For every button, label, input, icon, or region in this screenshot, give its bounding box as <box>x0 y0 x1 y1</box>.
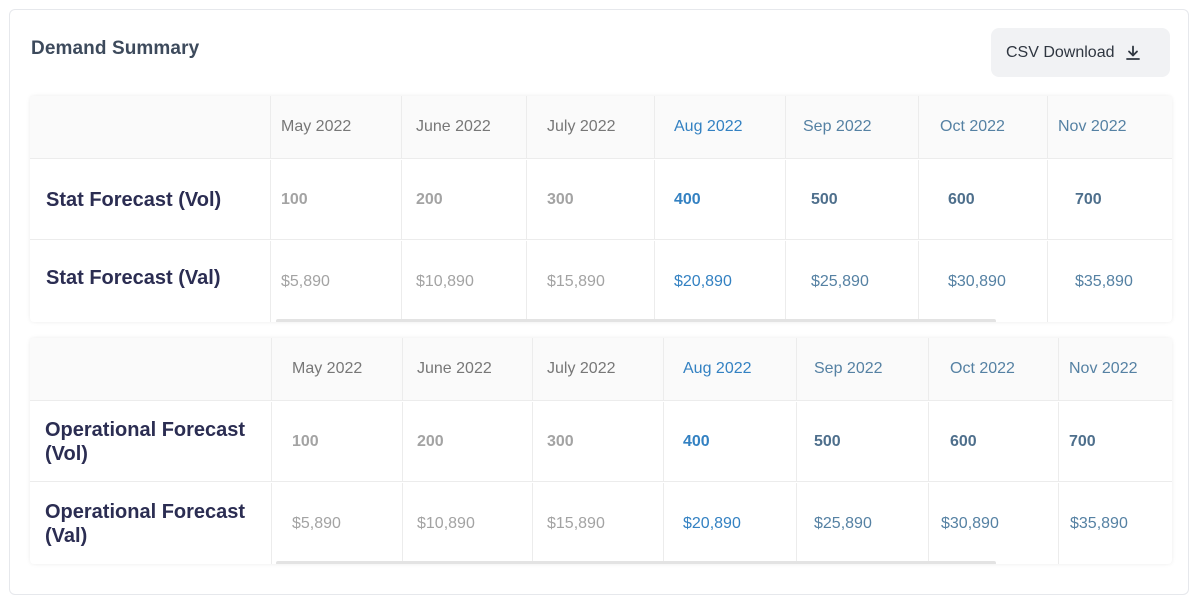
month-header: Nov 2022 <box>1058 118 1127 135</box>
row-label: Operational Forecast (Vol) <box>30 402 272 481</box>
horizontal-scrollbar[interactable] <box>276 319 996 322</box>
table-cell: $20,890 <box>655 241 786 322</box>
table-cell: $5,890 <box>271 241 402 322</box>
month-header: May 2022 <box>271 96 402 158</box>
month-header: May 2022 <box>272 338 403 400</box>
table-row: Stat Forecast (Val) $5,890 $10,890 $15,8… <box>30 241 1172 322</box>
table-cell: 400 <box>655 160 786 239</box>
csv-download-label: CSV Download <box>1006 43 1115 61</box>
table-cell: 600 <box>929 402 1059 481</box>
demand-summary-card: Demand Summary CSV Download May 2022 Jun… <box>9 9 1189 595</box>
table-cell: 500 <box>786 160 919 239</box>
month-header: Oct 2022 <box>929 338 1059 400</box>
table-cell: $5,890 <box>272 483 403 564</box>
horizontal-scrollbar[interactable] <box>276 561 996 564</box>
table-cell: 100 <box>272 402 403 481</box>
month-header: Oct 2022 <box>919 96 1048 158</box>
table-cell: 300 <box>527 160 655 239</box>
month-header: Aug 2022 <box>664 338 797 400</box>
month-header: Aug 2022 <box>655 96 786 158</box>
header-corner-cell <box>30 338 272 400</box>
table-cell: $15,890 <box>533 483 664 564</box>
table-cell: 200 <box>402 160 527 239</box>
month-header: June 2022 <box>402 96 527 158</box>
table-cell: 600 <box>919 160 1048 239</box>
table-cell: 400 <box>664 402 797 481</box>
table-row: Operational Forecast (Val) $5,890 $10,89… <box>30 483 1172 564</box>
table-cell: 200 <box>403 402 533 481</box>
table-cell: 100 <box>271 160 402 239</box>
table-cell: $35,890 <box>1070 514 1128 532</box>
csv-download-button[interactable]: CSV Download <box>991 28 1170 77</box>
month-header: Sep 2022 <box>786 96 919 158</box>
table-cell: $20,890 <box>664 483 797 564</box>
month-header: June 2022 <box>403 338 533 400</box>
table-cell: $30,890 <box>919 241 1048 322</box>
table-cell: 500 <box>797 402 929 481</box>
table-cell: $10,890 <box>403 483 533 564</box>
row-label: Operational Forecast (Val) <box>30 483 272 564</box>
month-header: July 2022 <box>527 96 655 158</box>
operational-forecast-table: May 2022 June 2022 July 2022 Aug 2022 Se… <box>30 338 1172 564</box>
table-cell: $25,890 <box>797 483 929 564</box>
table-header-row: May 2022 June 2022 July 2022 Aug 2022 Se… <box>30 338 1172 401</box>
table-cell: $30,890 <box>929 483 1059 564</box>
table-cell: $10,890 <box>402 241 527 322</box>
table-cell: 700 <box>1075 190 1102 208</box>
month-header: Sep 2022 <box>797 338 929 400</box>
row-label: Stat Forecast (Val) <box>30 241 271 322</box>
month-header: Nov 2022 <box>1069 360 1138 377</box>
stat-forecast-table: May 2022 June 2022 July 2022 Aug 2022 Se… <box>30 96 1172 322</box>
table-cell: 700 <box>1069 432 1096 450</box>
table-cell: $25,890 <box>786 241 919 322</box>
table-cell: 300 <box>533 402 664 481</box>
table-cell: $15,890 <box>527 241 655 322</box>
download-icon <box>1125 45 1141 61</box>
month-header: July 2022 <box>533 338 664 400</box>
header-corner-cell <box>30 96 271 158</box>
table-row: Stat Forecast (Vol) 100 200 300 400 500 … <box>30 160 1172 240</box>
table-cell: $35,890 <box>1075 272 1133 290</box>
table-header-row: May 2022 June 2022 July 2022 Aug 2022 Se… <box>30 96 1172 159</box>
page-title: Demand Summary <box>31 38 200 59</box>
table-row: Operational Forecast (Vol) 100 200 300 4… <box>30 402 1172 482</box>
row-label: Stat Forecast (Vol) <box>30 160 271 239</box>
